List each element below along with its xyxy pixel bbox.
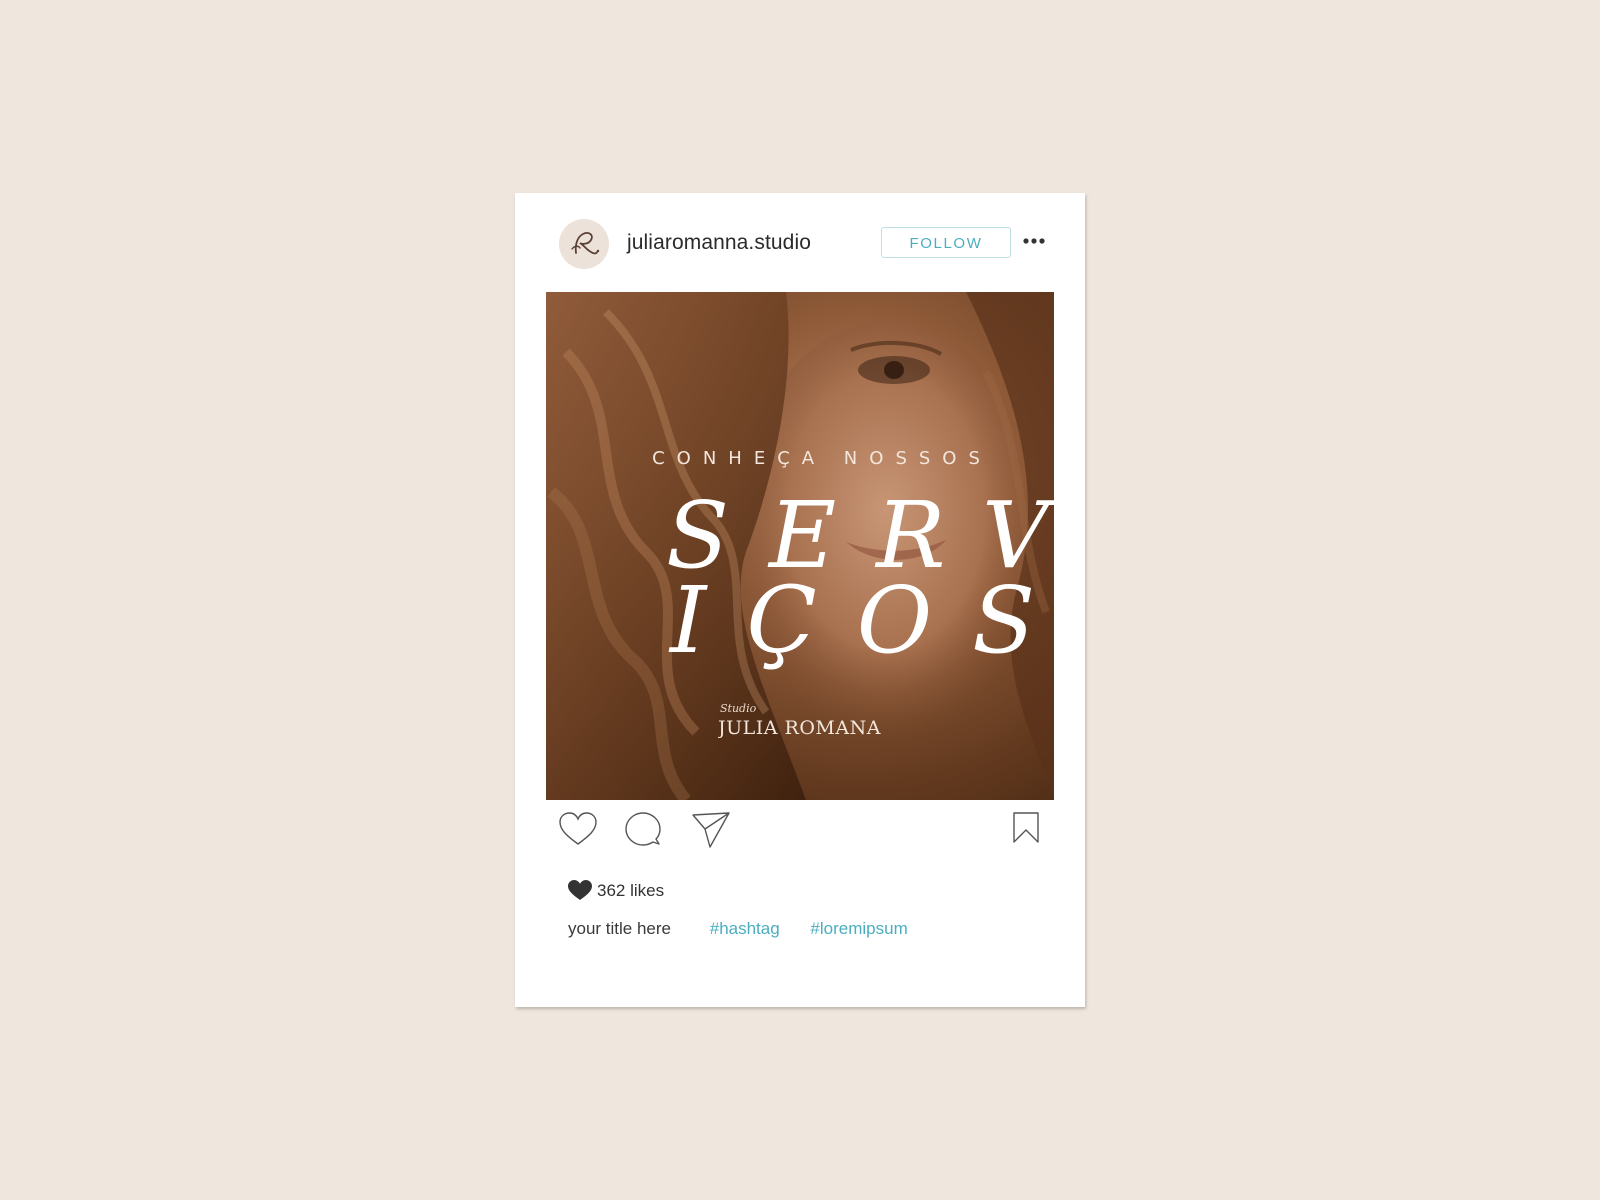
script-r-logo-icon [571, 232, 600, 255]
hashtag-link[interactable]: #hashtag [710, 919, 780, 938]
comment-bubble-icon[interactable] [623, 810, 663, 850]
heart-filled-icon [568, 880, 592, 900]
caption-row: your title here #hashtag #loremipsum [568, 919, 934, 939]
svg-text:JULIA ROMANA: JULIA ROMANA [718, 717, 881, 739]
studio-julia-romana-logo: Studio JULIA ROMANA [718, 702, 881, 739]
heart-outline-icon[interactable] [557, 810, 599, 848]
username[interactable]: juliaromanna.studio [627, 231, 811, 255]
post-actions [515, 810, 1085, 860]
avatar[interactable] [559, 219, 609, 269]
caption-title: your title here [568, 919, 671, 938]
likes-count[interactable]: 362 likes [597, 881, 664, 901]
svg-text:Studio: Studio [720, 702, 757, 715]
follow-button[interactable]: FOLLOW [881, 227, 1011, 258]
overlay-subtitle: CONHEÇA NOSSOS [652, 448, 992, 469]
paper-plane-icon[interactable] [690, 810, 732, 850]
more-dots-icon[interactable] [1022, 231, 1048, 251]
bookmark-icon[interactable] [1011, 810, 1041, 846]
post-image[interactable]: CONHEÇA NOSSOS SERV IÇOS Studio JULIA RO… [546, 292, 1054, 800]
hashtag-link[interactable]: #loremipsum [810, 919, 907, 938]
instagram-post-card: juliaromanna.studio FOLLOW CONHEÇA NOSSO… [515, 193, 1085, 1007]
post-header: juliaromanna.studio FOLLOW [515, 193, 1085, 293]
overlay-title-line2: IÇOS [670, 567, 1054, 674]
